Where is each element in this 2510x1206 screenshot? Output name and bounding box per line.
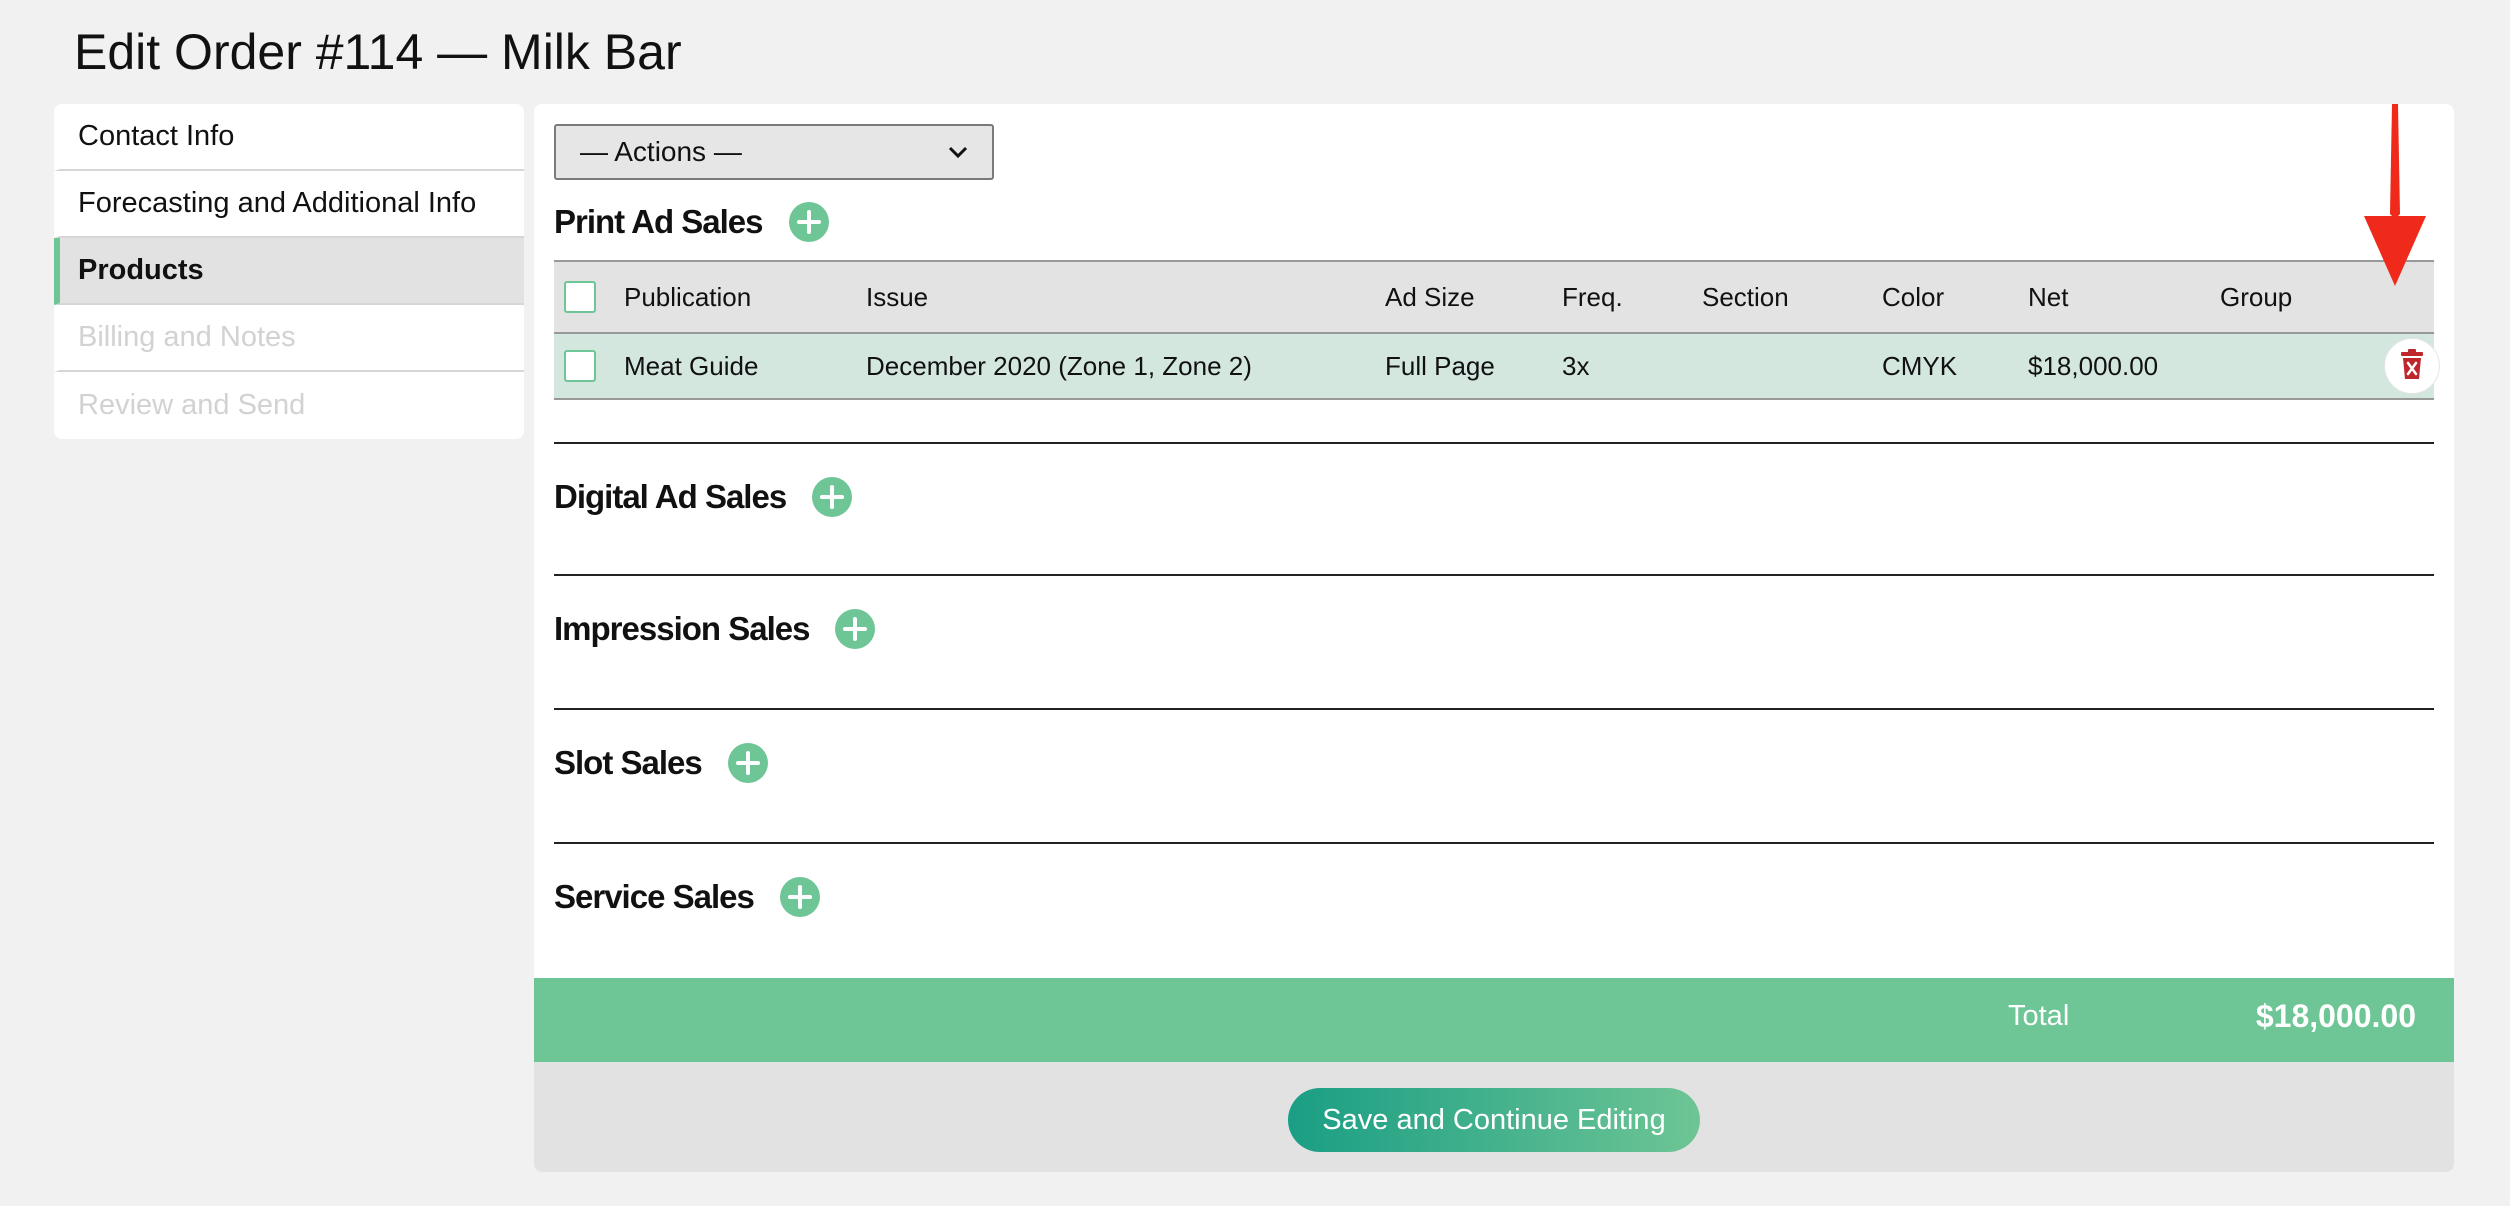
col-section: Section — [1702, 281, 1789, 312]
annotation-arrow-icon — [2364, 104, 2426, 286]
section-title: Digital Ad Sales — [554, 478, 787, 515]
section-divider — [554, 574, 2434, 576]
delete-row-button[interactable] — [2384, 338, 2440, 394]
col-group: Group — [2220, 281, 2293, 312]
table-header-row: Publication Issue Ad Size Freq. Section … — [554, 260, 2434, 334]
footer-bar: Save and Continue Editing — [534, 1062, 2454, 1172]
cell-publication: Meat Guide — [624, 350, 759, 381]
add-digital-ad-icon[interactable] — [812, 477, 853, 517]
impression-sales-section: Impression Sales — [554, 604, 2434, 654]
actions-dropdown-value: — Actions — — [580, 136, 742, 167]
save-continue-button[interactable]: Save and Continue Editing — [1288, 1088, 1700, 1152]
col-publication: Publication — [624, 281, 752, 312]
print-ad-sales-section: Print Ad Sales — [554, 197, 2434, 247]
table-row[interactable]: Meat Guide December 2020 (Zone 1, Zone 2… — [554, 334, 2440, 400]
col-net: Net — [2028, 281, 2069, 312]
total-bar: Total $18,000.00 — [534, 978, 2454, 1062]
cell-issue: December 2020 (Zone 1, Zone 2) — [866, 350, 1252, 381]
chevron-down-icon — [948, 139, 968, 165]
section-divider — [554, 708, 2434, 710]
page-title: Edit Order #114 — Milk Bar — [74, 24, 682, 80]
section-title: Service Sales — [554, 878, 755, 915]
print-ad-table: Publication Issue Ad Size Freq. Section … — [554, 260, 2440, 400]
sidebar-item-review-send: Review and Send — [78, 389, 306, 421]
section-divider — [554, 442, 2434, 444]
cell-net: $18,000.00 — [2028, 350, 2159, 381]
slot-sales-section: Slot Sales — [554, 738, 2434, 788]
total-label: Total — [2008, 1000, 2070, 1032]
sidebar-item-billing-notes: Billing and Notes — [54, 305, 524, 372]
col-issue: Issue — [866, 281, 929, 312]
sidebar-nav: Contact Info Forecasting and Additional … — [54, 104, 524, 439]
add-print-ad-icon[interactable] — [788, 202, 829, 242]
col-color: Color — [1882, 281, 1945, 312]
section-title: Slot Sales — [554, 744, 703, 781]
sidebar-item-products[interactable]: Products — [54, 238, 524, 305]
total-value: $18,000.00 — [2255, 998, 2416, 1034]
col-freq: Freq. — [1562, 281, 1623, 312]
sidebar-item-contact-info[interactable]: Contact Info — [54, 104, 524, 171]
cell-color: CMYK — [1882, 350, 1958, 381]
service-sales-section: Service Sales — [554, 872, 2434, 922]
section-title: Print Ad Sales — [554, 203, 764, 240]
add-impression-icon[interactable] — [835, 609, 876, 649]
sidebar-item-forecasting[interactable]: Forecasting and Additional Info — [54, 171, 524, 238]
main-panel: — Actions — Print Ad Sales Publication I… — [534, 104, 2454, 1172]
col-ad-size: Ad Size — [1385, 281, 1475, 312]
select-all-checkbox[interactable] — [564, 281, 596, 313]
row-checkbox[interactable] — [564, 350, 596, 382]
add-service-icon[interactable] — [779, 877, 820, 917]
section-title: Impression Sales — [554, 610, 810, 647]
section-divider — [554, 842, 2434, 844]
actions-dropdown[interactable]: — Actions — — [554, 124, 994, 180]
cell-freq: 3x — [1562, 350, 1590, 381]
cell-ad-size: Full Page — [1385, 350, 1495, 381]
add-slot-icon[interactable] — [727, 743, 768, 783]
trash-icon — [2398, 348, 2426, 385]
digital-ad-sales-section: Digital Ad Sales — [554, 472, 2434, 522]
